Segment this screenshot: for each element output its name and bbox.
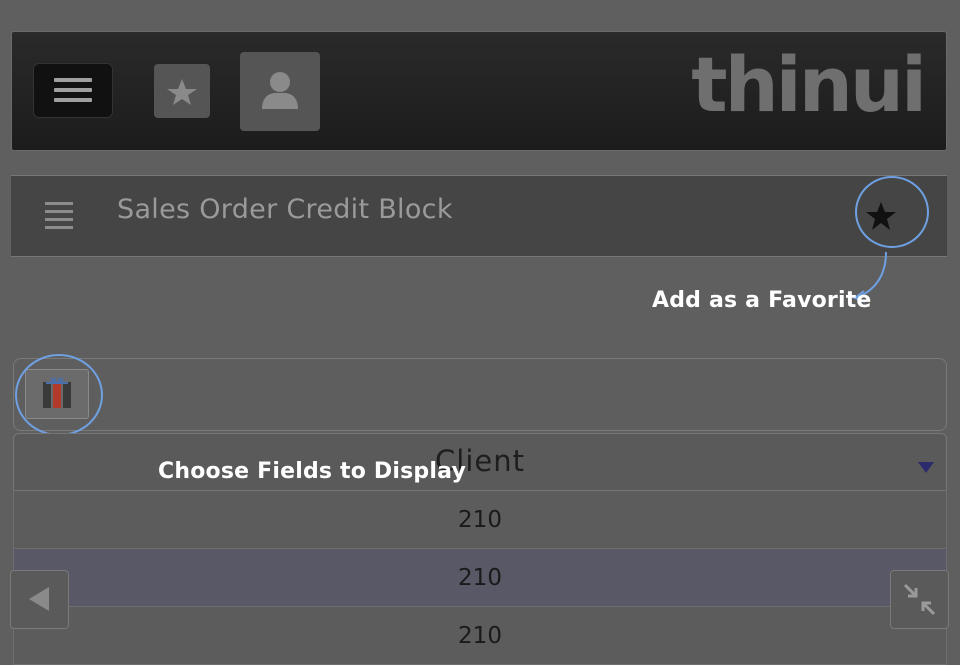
- sort-down-icon[interactable]: [918, 462, 934, 473]
- collapse-icon: [903, 583, 936, 616]
- favorites-button[interactable]: [154, 64, 210, 118]
- main-menu-button[interactable]: [33, 63, 113, 118]
- table-row[interactable]: 210: [13, 491, 947, 549]
- user-icon: [262, 72, 298, 109]
- page-title: Sales Order Credit Block: [117, 194, 453, 225]
- back-arrow-icon: [29, 587, 49, 611]
- column-header-label: Client: [435, 444, 525, 478]
- fields-hint: Choose Fields to Display: [158, 459, 467, 484]
- list-toolbar: [13, 358, 947, 431]
- star-icon: [167, 79, 197, 105]
- list-icon[interactable]: [45, 202, 73, 230]
- favorite-callout-circle: [855, 176, 929, 248]
- fields-callout-circle: [15, 354, 103, 436]
- page-title-bar: Sales Order Credit Block: [11, 175, 947, 257]
- table-row[interactable]: 210: [13, 607, 947, 665]
- thinui-logo: thinui: [691, 40, 927, 129]
- app-header: thinui: [11, 31, 947, 151]
- column-header[interactable]: Client: [13, 433, 947, 491]
- user-profile-button[interactable]: [240, 52, 320, 131]
- back-button[interactable]: [10, 570, 69, 629]
- collapse-button[interactable]: [890, 570, 949, 629]
- favorite-hint: Add as a Favorite: [652, 288, 872, 313]
- table-row[interactable]: 210: [13, 549, 947, 607]
